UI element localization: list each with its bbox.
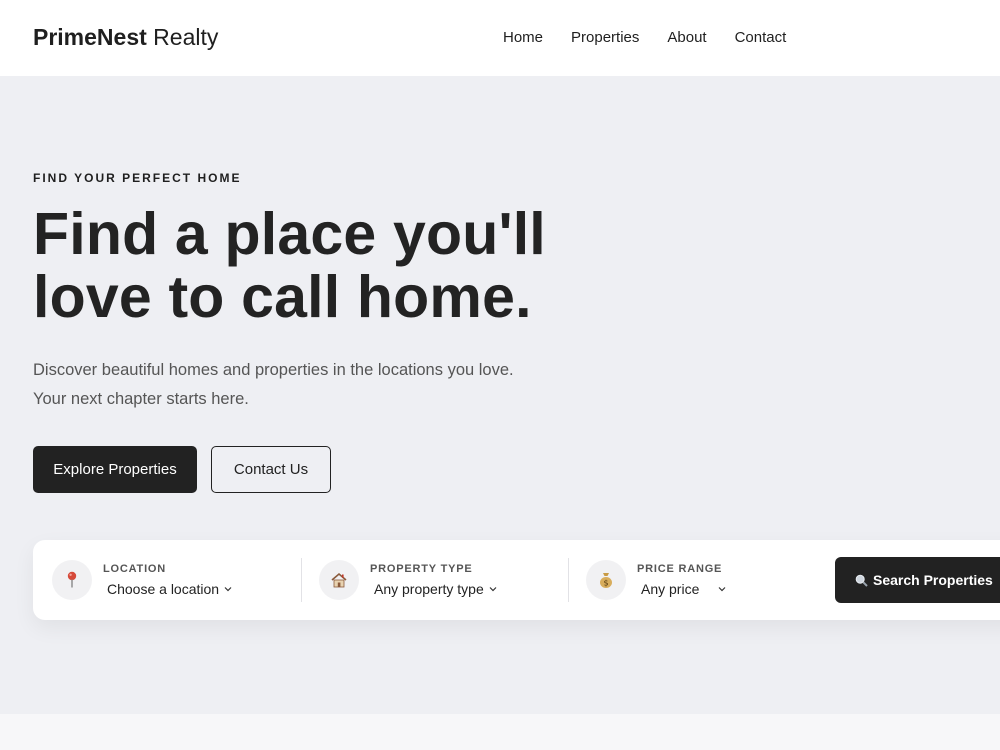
hero-subtext-line1: Discover beautiful homes and properties … bbox=[33, 361, 514, 379]
location-label: LOCATION bbox=[103, 563, 167, 575]
hero-headline-line2: love to call home. bbox=[33, 264, 532, 330]
main-nav: Home Properties About Contact bbox=[503, 29, 786, 46]
property-type-label: PROPERTY TYPE bbox=[370, 563, 473, 575]
site-header: PrimeNest Realty Home Properties About C… bbox=[0, 0, 1000, 76]
house-icon bbox=[319, 560, 359, 600]
location-select[interactable]: LOCATION Choose a location bbox=[52, 556, 292, 604]
hero-headline: Find a place you'll love to call home. bbox=[33, 203, 633, 329]
svg-text:$: $ bbox=[603, 579, 608, 588]
search-properties-button[interactable]: Search Properties bbox=[835, 557, 1000, 603]
property-type-select[interactable]: PROPERTY TYPE Any property type bbox=[319, 556, 559, 604]
brand-name-bold: PrimeNest bbox=[33, 24, 147, 50]
nav-properties[interactable]: Properties bbox=[571, 29, 639, 46]
hero-headline-line1: Find a place you'll bbox=[33, 201, 546, 267]
property-search-bar: LOCATION Choose a location PROPERTY TYPE… bbox=[33, 540, 1000, 620]
field-divider bbox=[568, 558, 569, 602]
nav-contact[interactable]: Contact bbox=[735, 29, 787, 46]
chevron-down-icon bbox=[489, 587, 497, 592]
price-range-value-text: Any price bbox=[641, 581, 700, 597]
brand-name-rest: Realty bbox=[153, 24, 219, 50]
hero-subtext: Discover beautiful homes and properties … bbox=[33, 356, 553, 414]
search-button-label: Search Properties bbox=[873, 572, 993, 588]
chevron-down-icon bbox=[224, 587, 232, 592]
price-range-select[interactable]: $ PRICE RANGE Any price bbox=[586, 556, 786, 604]
location-value: Choose a location bbox=[107, 581, 233, 597]
brand-logo[interactable]: PrimeNest Realty bbox=[33, 24, 218, 51]
search-icon bbox=[855, 574, 868, 587]
hero-eyebrow: FIND YOUR PERFECT HOME bbox=[33, 171, 242, 185]
contact-us-button[interactable]: Contact Us bbox=[211, 446, 331, 493]
next-section-edge bbox=[0, 714, 1000, 750]
hero-subtext-line2: Your next chapter starts here. bbox=[33, 390, 249, 408]
explore-properties-button[interactable]: Explore Properties bbox=[33, 446, 197, 493]
hero-section: FIND YOUR PERFECT HOME Find a place you'… bbox=[0, 76, 1000, 714]
chevron-down-icon bbox=[718, 587, 726, 592]
property-type-value-text: Any property type bbox=[374, 581, 484, 597]
nav-about[interactable]: About bbox=[667, 29, 706, 46]
property-type-value: Any property type bbox=[374, 581, 498, 597]
field-divider bbox=[301, 558, 302, 602]
nav-home[interactable]: Home bbox=[503, 29, 543, 46]
location-value-text: Choose a location bbox=[107, 581, 220, 597]
price-range-value: Any price bbox=[641, 581, 727, 597]
money-bag-icon: $ bbox=[586, 560, 626, 600]
price-range-label: PRICE RANGE bbox=[637, 563, 723, 575]
map-pin-icon bbox=[52, 560, 92, 600]
